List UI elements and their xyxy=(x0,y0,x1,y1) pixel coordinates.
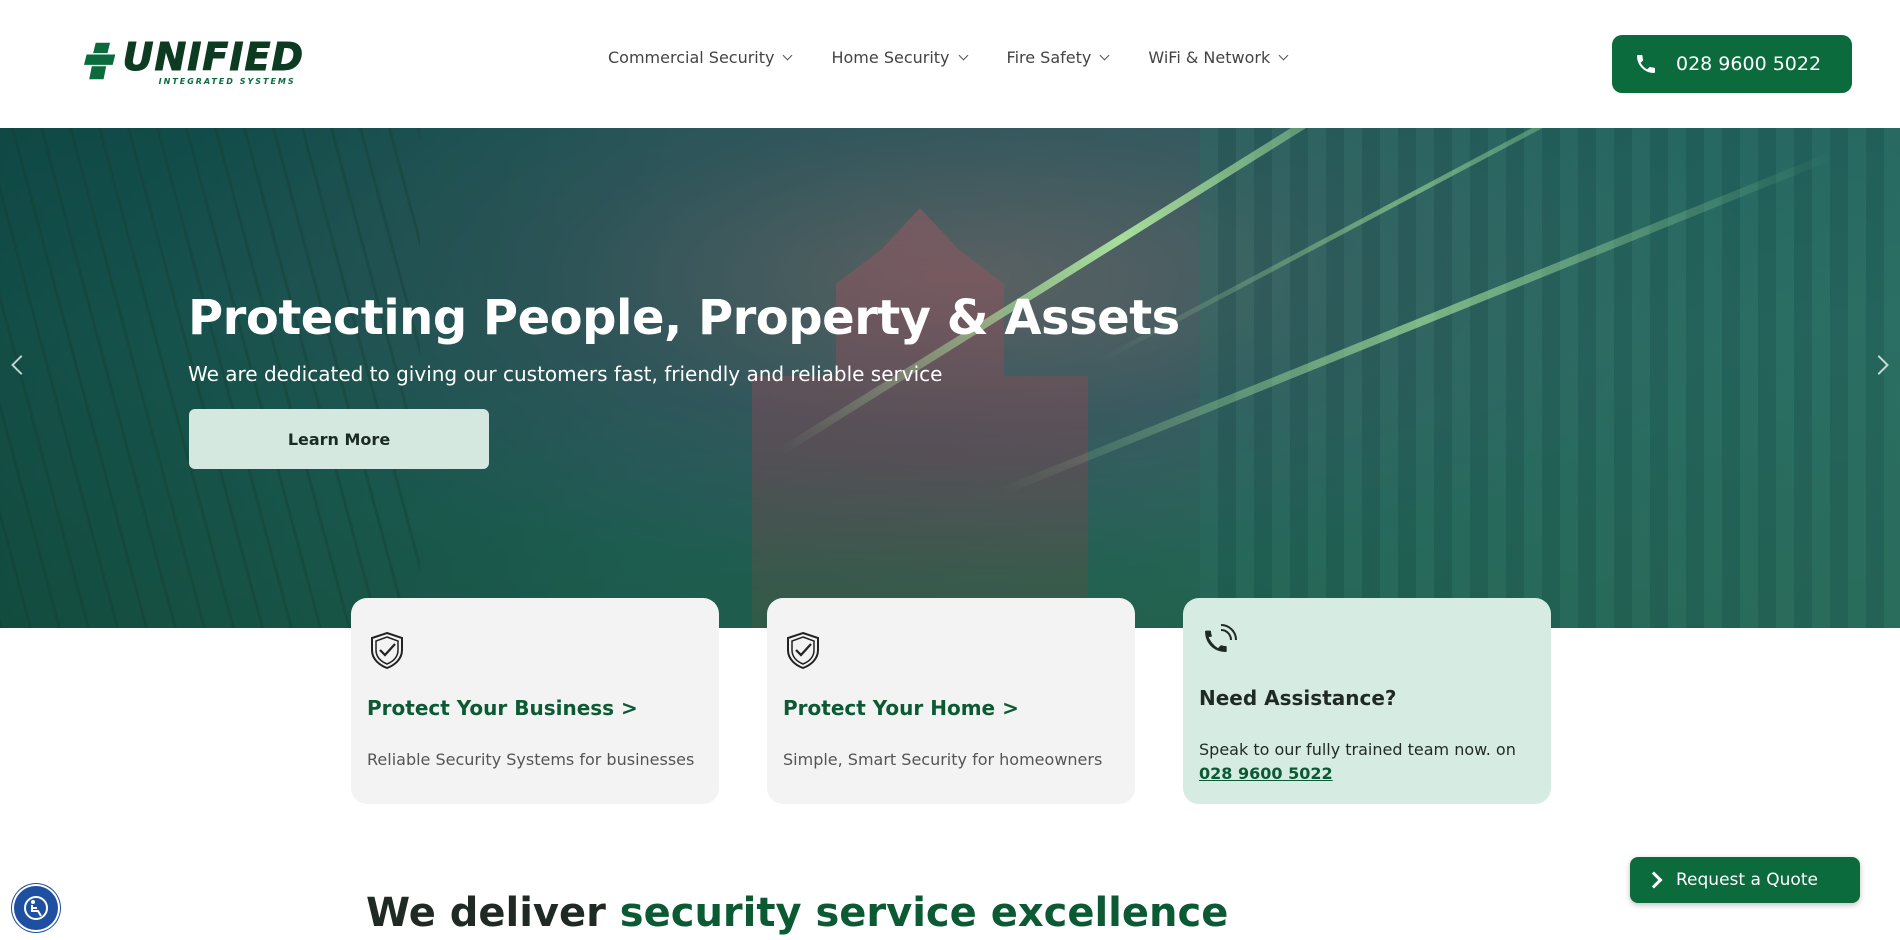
chevron-down-icon xyxy=(1099,50,1110,61)
chevron-right-icon xyxy=(1645,871,1663,889)
card-description: Reliable Security Systems for businesses xyxy=(367,750,695,769)
nav-home-security[interactable]: Home Security xyxy=(831,48,968,67)
need-assistance-card: Need Assistance? Speak to our fully trai… xyxy=(1183,598,1551,804)
hero-banner: Protecting People, Property & Assets We … xyxy=(0,128,1900,628)
phone-icon xyxy=(1637,55,1655,73)
learn-more-button[interactable]: Learn More xyxy=(189,409,489,469)
phone-ringing-icon xyxy=(1205,624,1237,653)
request-quote-label: Request a Quote xyxy=(1676,870,1818,890)
section-heading: We deliver security service excellence xyxy=(366,890,1228,936)
main-nav: Commercial Security Home Security Fire S… xyxy=(608,48,1289,67)
protect-business-card[interactable]: Protect Your Business > Reliable Securit… xyxy=(351,598,719,804)
protect-home-card[interactable]: Protect Your Home > Simple, Smart Securi… xyxy=(767,598,1135,804)
assistance-phone-link[interactable]: 028 9600 5022 xyxy=(1199,764,1333,783)
nav-fire-safety[interactable]: Fire Safety xyxy=(1006,48,1110,67)
nav-label: Home Security xyxy=(831,48,950,67)
card-title[interactable]: Protect Your Home > xyxy=(783,696,1019,720)
logo-mark-icon xyxy=(84,42,116,80)
nav-wifi-network[interactable]: WiFi & Network xyxy=(1148,48,1289,67)
call-phone-button[interactable]: 028 9600 5022 xyxy=(1612,35,1852,93)
assistance-text: Speak to our fully trained team now. on xyxy=(1199,740,1516,759)
card-description: Speak to our fully trained team now. on … xyxy=(1199,738,1539,786)
nav-label: Commercial Security xyxy=(608,48,775,67)
hero-subtitle: We are dedicated to giving our customers… xyxy=(188,362,943,386)
card-title: Need Assistance? xyxy=(1199,686,1397,710)
phone-number: 028 9600 5022 xyxy=(1676,53,1822,75)
hero-city-hall-background xyxy=(752,208,1088,628)
hero-building-background xyxy=(1200,128,1900,628)
shield-check-icon xyxy=(787,631,819,670)
nav-label: WiFi & Network xyxy=(1148,48,1271,67)
chevron-down-icon xyxy=(783,50,793,61)
accessibility-button[interactable] xyxy=(14,886,58,930)
hero-title: Protecting People, Property & Assets xyxy=(188,290,1180,346)
accessibility-icon xyxy=(24,896,48,920)
logo-tagline: INTEGRATED SYSTEMS xyxy=(158,76,296,86)
site-header: UNIFIED INTEGRATED SYSTEMS Commercial Se… xyxy=(0,0,1900,128)
chevron-down-icon xyxy=(958,50,968,61)
section-heading-bold: security service excellence xyxy=(619,890,1229,936)
nav-commercial-security[interactable]: Commercial Security xyxy=(608,48,793,67)
logo-wordmark: UNIFIED xyxy=(122,34,304,79)
nav-label: Fire Safety xyxy=(1006,48,1092,67)
shield-check-icon xyxy=(371,631,403,670)
request-quote-button[interactable]: Request a Quote xyxy=(1630,857,1860,903)
card-description: Simple, Smart Security for homeowners xyxy=(783,750,1103,769)
section-heading-plain: We deliver xyxy=(366,890,620,936)
card-title[interactable]: Protect Your Business > xyxy=(367,696,638,720)
logo[interactable]: UNIFIED INTEGRATED SYSTEMS xyxy=(84,32,304,90)
chevron-down-icon xyxy=(1278,50,1289,61)
